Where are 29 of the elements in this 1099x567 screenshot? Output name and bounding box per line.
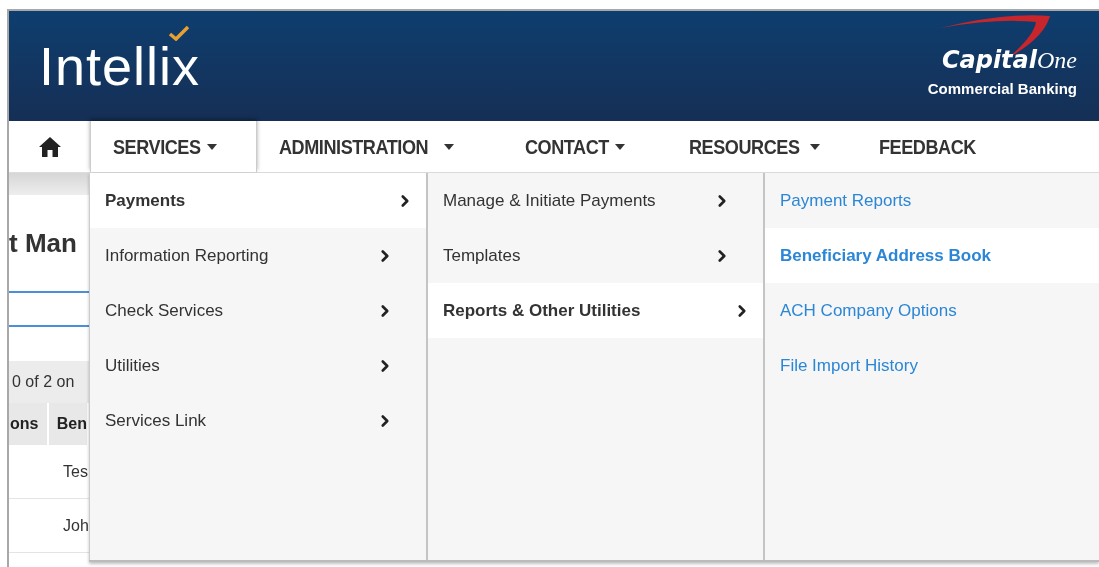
menu-item[interactable]: Manage & Initiate Payments bbox=[428, 173, 763, 228]
page-title: t Man bbox=[9, 226, 77, 260]
nav-menu-item[interactable]: SERVICES bbox=[90, 121, 257, 172]
menu-link[interactable]: ACH Company Options bbox=[765, 283, 1099, 338]
nav-menu-item[interactable]: CONTACT bbox=[503, 121, 667, 172]
pager-text: 0 of 2 on bbox=[12, 372, 75, 392]
home-icon bbox=[37, 135, 62, 158]
menu-item[interactable]: Services Link bbox=[90, 393, 426, 448]
brand-tagline: Commercial Banking bbox=[927, 78, 1077, 99]
check-icon bbox=[168, 25, 190, 41]
table-cell-text: Tes bbox=[63, 461, 88, 482]
column-header[interactable]: ons bbox=[9, 403, 49, 445]
logo[interactable]: Intellix bbox=[39, 36, 201, 96]
menu-item[interactable]: Payments bbox=[90, 173, 426, 228]
table-cell-text: Joh bbox=[63, 515, 89, 536]
column-header[interactable]: Ben bbox=[48, 403, 89, 445]
nav-menu-item[interactable]: FEEDBACK bbox=[857, 121, 1017, 172]
menu-item[interactable]: Templates bbox=[428, 228, 763, 283]
brand-name: Capital bbox=[941, 44, 1037, 76]
menu-item[interactable]: Check Services bbox=[90, 283, 426, 338]
nav-menu-item[interactable]: ADMINISTRATION bbox=[257, 121, 503, 172]
menu-link[interactable]: Payment Reports bbox=[765, 173, 1099, 228]
brand-script: One bbox=[1037, 45, 1077, 75]
menu-item[interactable]: Information Reporting bbox=[90, 228, 426, 283]
menu-link[interactable]: File Import History bbox=[765, 338, 1099, 393]
menu-item[interactable]: Utilities bbox=[90, 338, 426, 393]
menu-item[interactable]: Reports & Other Utilities bbox=[428, 283, 763, 338]
menu-link[interactable]: Beneficiary Address Book bbox=[765, 228, 1099, 283]
nav-menu-item[interactable]: RESOURCES bbox=[667, 121, 857, 172]
